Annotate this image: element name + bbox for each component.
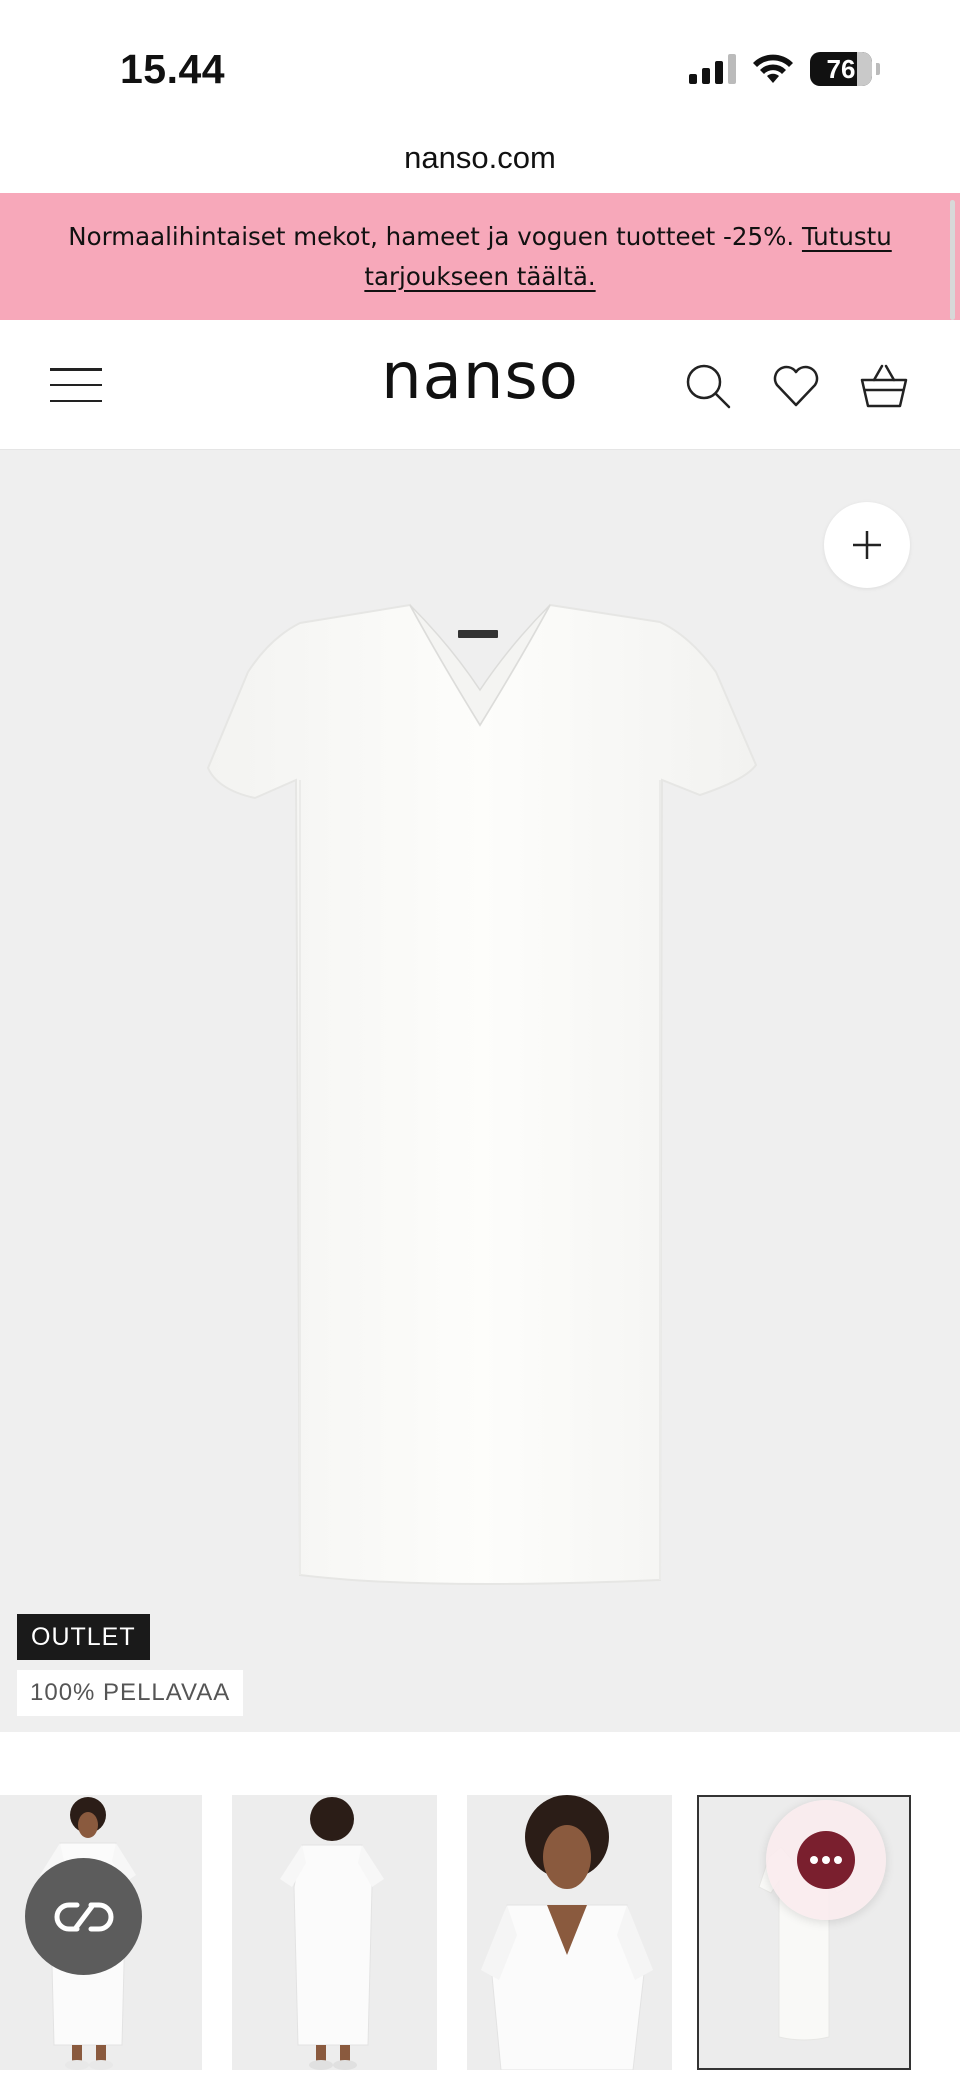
menu-icon[interactable] (50, 368, 102, 402)
chat-bubble-icon (797, 1831, 855, 1889)
product-image-gallery[interactable]: OUTLET 100% PELLAVAA (0, 450, 960, 1732)
search-icon[interactable] (682, 360, 734, 412)
thumbnail-closeup-model[interactable] (467, 1795, 672, 2070)
status-indicators: 76 (689, 52, 880, 86)
thumbnail-back-model[interactable] (232, 1795, 437, 2070)
battery-icon: 76 (810, 52, 872, 86)
site-header: nanso (0, 320, 960, 450)
url-bar[interactable]: nanso.com (0, 140, 960, 176)
promo-content: Normaalihintaiset mekot, hameet ja vogue… (40, 217, 920, 297)
status-time: 15.44 (120, 46, 226, 92)
material-badge: 100% PELLAVAA (17, 1670, 244, 1716)
battery-cap (876, 63, 880, 75)
assistant-button[interactable] (25, 1858, 142, 1975)
wifi-icon (753, 54, 793, 83)
outlet-badge: OUTLET (17, 1614, 150, 1660)
battery-percent: 76 (826, 53, 856, 84)
plus-icon (853, 531, 881, 559)
heart-icon[interactable] (770, 360, 822, 412)
zoom-button[interactable] (824, 502, 910, 588)
basket-icon[interactable] (858, 360, 910, 412)
site-logo[interactable]: nanso (360, 340, 600, 414)
promo-banner: Normaalihintaiset mekot, hameet ja vogue… (0, 193, 960, 320)
cellular-signal-icon (689, 54, 736, 84)
product-image-dress[interactable] (0, 450, 960, 1732)
link-icon (54, 1902, 113, 1931)
chat-button[interactable] (766, 1800, 886, 1920)
status-bar: 15.44 76 nanso.com (0, 0, 960, 175)
page-scrollbar[interactable] (950, 200, 955, 320)
promo-text: Normaalihintaiset mekot, hameet ja vogue… (68, 221, 795, 251)
